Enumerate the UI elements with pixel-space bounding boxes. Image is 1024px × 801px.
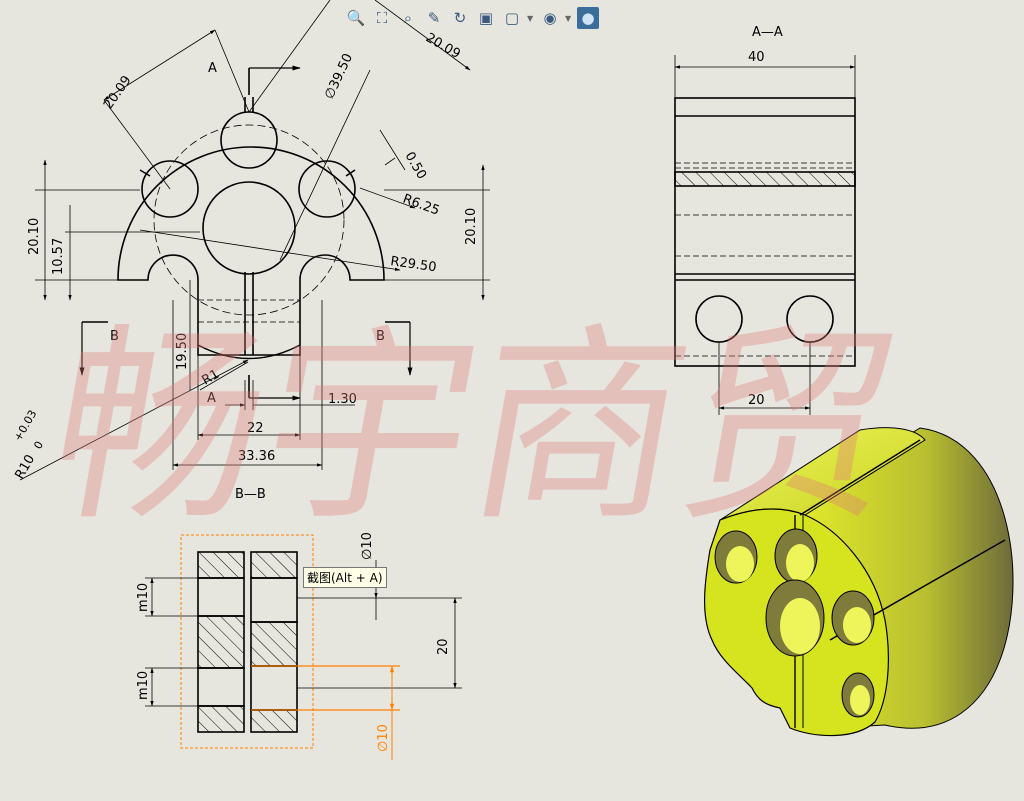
- watermark: 畅宇商贸: [33, 306, 916, 550]
- dim-2009-right: 20.09: [423, 30, 463, 62]
- screenshot-tooltip: 截图(Alt + A): [303, 567, 387, 588]
- dim-050: 0.50: [402, 150, 429, 183]
- dim-r10: R10: [12, 452, 38, 482]
- hole-right: [298, 160, 356, 218]
- center-hole: [202, 181, 296, 275]
- zoom-in-out-icon[interactable]: ⌕: [397, 7, 419, 29]
- drawing-canvas: 20.09 20.09 ∅39.50 0.50 R6.25 R29.50 20.…: [0, 0, 1024, 797]
- dim-r10-tol-up: +0.03: [11, 408, 39, 444]
- dim-r10-tol-low: 0: [31, 439, 46, 452]
- dim-r2950: R29.50: [389, 254, 437, 275]
- hole-top: [220, 111, 278, 169]
- dim-dia10-bot: ∅10: [376, 724, 391, 752]
- dim-2009-left: 20.09: [101, 73, 135, 112]
- dim-m10-top: m10: [136, 583, 151, 612]
- dim-r625: R6.25: [401, 192, 442, 219]
- rotate-icon[interactable]: ↻: [449, 7, 471, 29]
- pan-icon[interactable]: ✎: [423, 7, 445, 29]
- section-aa-title: A—A: [752, 25, 783, 40]
- dim-2010-left: 20.10: [27, 218, 42, 255]
- view-orientation-icon[interactable]: ▣: [475, 7, 497, 29]
- display-style-dropdown-icon[interactable]: ▼: [527, 14, 535, 23]
- section-label-a-top: A: [208, 61, 217, 76]
- dim-2010-right: 20.10: [464, 208, 479, 245]
- appearance-icon[interactable]: ●: [577, 7, 599, 29]
- watermark-text: 畅宇商贸: [33, 306, 916, 550]
- hide-show-dropdown-icon[interactable]: ▼: [565, 14, 573, 23]
- dim-1057: 10.57: [51, 238, 66, 275]
- zoom-to-fit-icon[interactable]: 🔍: [345, 7, 367, 29]
- dim-40: 40: [748, 50, 765, 65]
- dim-dia3950: ∅39.50: [322, 51, 356, 101]
- view-toolbar: 🔍 ⛶ ⌕ ✎ ↻ ▣ ▢ ▼ ◉ ▼ ●: [345, 4, 599, 32]
- zoom-to-area-icon[interactable]: ⛶: [371, 7, 393, 29]
- display-style-icon[interactable]: ▢: [501, 7, 523, 29]
- dim-m10-bot: m10: [136, 671, 151, 700]
- drawing-svg: 20.09 20.09 ∅39.50 0.50 R6.25 R29.50 20.…: [11, 0, 1014, 760]
- dim-20-bb: 20: [436, 638, 451, 655]
- hide-show-icon[interactable]: ◉: [539, 7, 561, 29]
